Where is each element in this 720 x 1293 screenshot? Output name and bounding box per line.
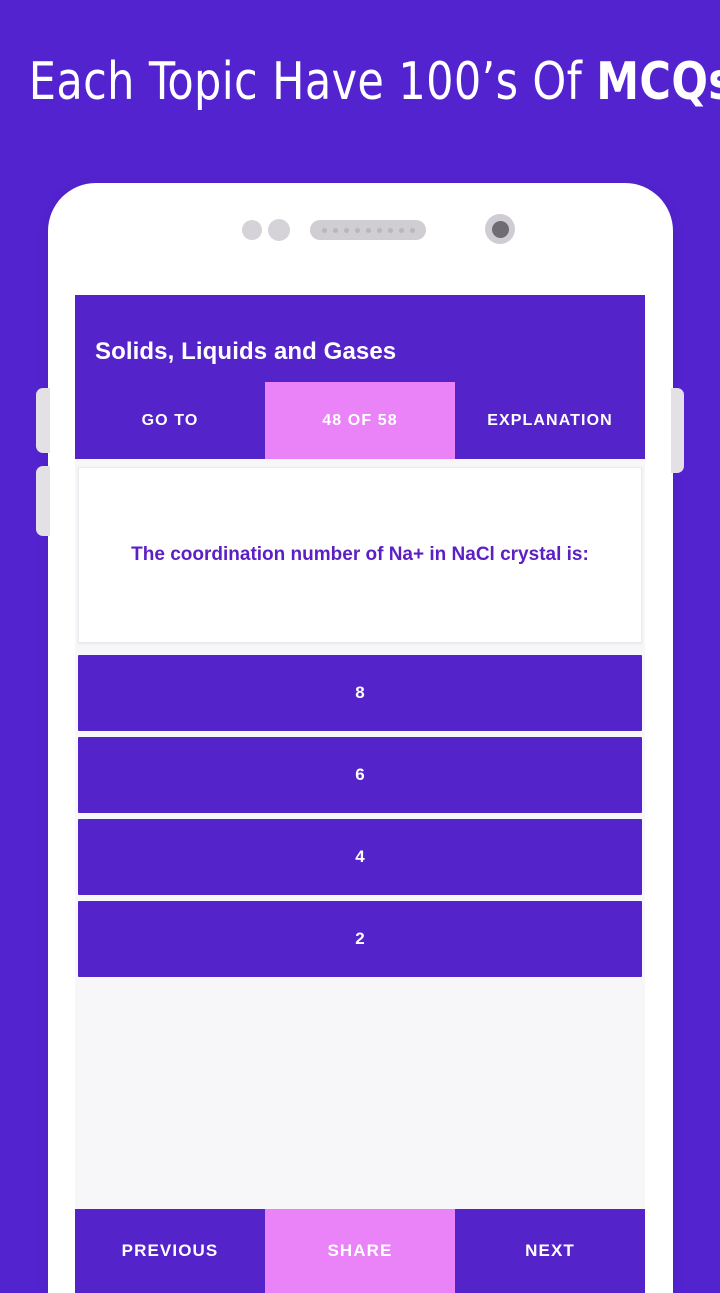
front-camera-lens-icon (491, 220, 509, 238)
power-button[interactable] (671, 388, 684, 473)
volume-up-button[interactable] (36, 388, 50, 453)
speaker-dot-icon (354, 227, 360, 233)
question-text: The coordination number of Na+ in NaCl c… (131, 544, 589, 565)
phone-mockup: Solids, Liquids and Gases GO TO 48 OF 58… (36, 183, 684, 1293)
speaker-dot-icon (398, 227, 404, 233)
earpiece-speaker-icon (310, 220, 426, 240)
bottom-action-bar: PREVIOUS SHARE NEXT (75, 1209, 645, 1293)
speaker-dot-icon (321, 227, 327, 233)
speaker-dot-icon (343, 227, 349, 233)
speaker-dot-icon (376, 227, 382, 233)
speaker-dot-icon (365, 227, 371, 233)
page-title: Solids, Liquids and Gases (95, 338, 397, 365)
tab-question-counter[interactable]: 48 OF 58 (265, 382, 455, 459)
phone-top-hardware (48, 183, 673, 295)
option-1[interactable]: 8 (78, 655, 642, 731)
option-4[interactable]: 2 (78, 901, 642, 977)
share-button[interactable]: SHARE (265, 1209, 455, 1293)
options-list: 8 6 4 2 (75, 655, 645, 977)
tab-go-to[interactable]: GO TO (75, 382, 265, 459)
question-card: The coordination number of Na+ in NaCl c… (78, 467, 642, 643)
tab-bar: GO TO 48 OF 58 EXPLANATION (75, 382, 645, 459)
promo-headline-strong: MCQs (596, 52, 720, 112)
next-button[interactable]: NEXT (455, 1209, 645, 1293)
light-sensor-icon (268, 219, 290, 241)
volume-down-button[interactable] (36, 466, 50, 536)
option-3[interactable]: 4 (78, 819, 642, 895)
proximity-sensor-icon (242, 220, 262, 240)
front-camera-icon (485, 214, 515, 244)
speaker-dot-icon (387, 227, 393, 233)
tab-explanation[interactable]: EXPLANATION (455, 382, 645, 459)
option-2[interactable]: 6 (78, 737, 642, 813)
previous-button[interactable]: PREVIOUS (75, 1209, 265, 1293)
speaker-dot-icon (332, 227, 338, 233)
app-screen: Solids, Liquids and Gases GO TO 48 OF 58… (75, 295, 645, 1293)
speaker-dot-icon (409, 227, 415, 233)
app-bar: Solids, Liquids and Gases (75, 295, 645, 382)
promo-headline-normal: Each Topic Have 100’s Of (28, 52, 597, 112)
promo-headline: Each Topic Have 100’s Of MCQs (28, 52, 720, 112)
